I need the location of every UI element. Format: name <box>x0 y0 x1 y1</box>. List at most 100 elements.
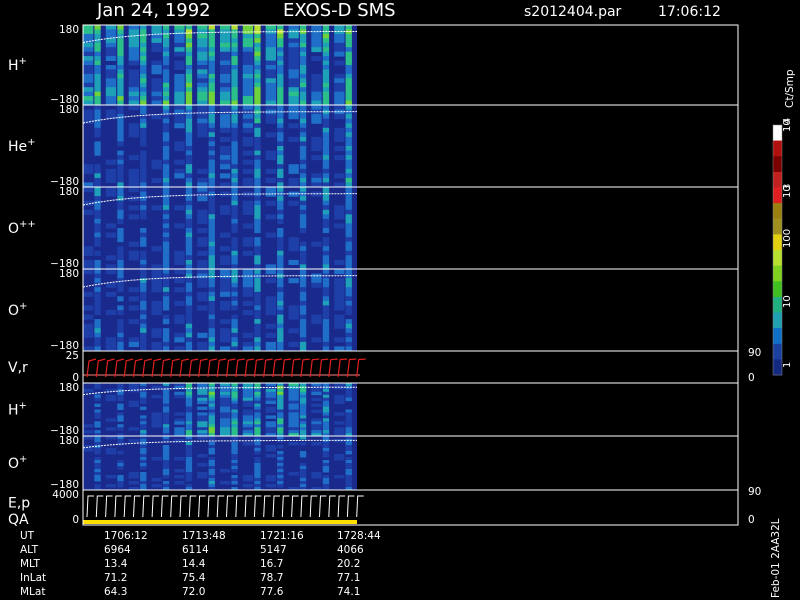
heat-cell <box>231 205 238 211</box>
heat-cell <box>334 400 345 405</box>
heat-cell <box>117 287 124 293</box>
right-axis-max-label: 90 <box>748 347 761 359</box>
heat-cell <box>334 457 345 461</box>
heat-cell <box>322 155 330 161</box>
heat-cell <box>94 223 101 229</box>
heat-cell <box>162 127 170 133</box>
heat-cell <box>345 305 352 311</box>
heat-cell <box>162 463 170 467</box>
heat-cell <box>254 337 261 343</box>
heat-cell <box>94 475 101 479</box>
heat-cell <box>299 287 307 293</box>
heat-cell <box>265 296 276 302</box>
heat-cell <box>277 436 284 440</box>
heat-cell <box>94 448 101 452</box>
heat-cell <box>277 209 284 215</box>
heat-cell <box>128 177 139 183</box>
heat-cell <box>322 47 330 53</box>
heat-cell <box>345 146 352 152</box>
heat-cell <box>83 78 94 84</box>
heat-cell <box>345 259 352 265</box>
heat-cell <box>345 397 352 402</box>
heat-cell <box>345 168 352 174</box>
heat-cell <box>345 38 352 44</box>
heat-cell <box>345 123 352 129</box>
heat-cell <box>322 332 330 338</box>
heat-cell <box>277 87 284 93</box>
heat-cell <box>242 418 254 422</box>
heat-cell <box>345 424 352 428</box>
heat-cell <box>345 430 352 434</box>
heat-cell <box>231 319 238 325</box>
heat-cell <box>185 273 193 279</box>
heat-cell <box>288 412 299 416</box>
heat-cell <box>345 388 352 393</box>
heat-cell <box>185 255 193 261</box>
heat-cell <box>105 436 117 440</box>
heat-cell <box>94 42 101 48</box>
heat-cell <box>231 430 238 434</box>
heat-cell <box>265 38 276 44</box>
heat-cell <box>277 123 284 129</box>
heat-cell <box>140 91 147 97</box>
heat-cell <box>345 141 352 147</box>
heat-cell <box>311 82 322 88</box>
heat-cell <box>345 337 352 343</box>
heat-cell <box>140 430 147 434</box>
heat-cell <box>83 436 94 440</box>
heat-cell <box>345 478 352 482</box>
heat-cell <box>277 118 284 124</box>
heat-cell <box>231 47 238 53</box>
heat-cell <box>140 132 147 138</box>
heat-cell <box>94 430 101 434</box>
orbit-cell: 71.2 <box>104 572 128 584</box>
heat-cell <box>254 388 261 393</box>
heat-cell <box>185 33 193 39</box>
heat-cell <box>162 177 170 183</box>
heat-cell <box>299 436 307 440</box>
heat-cell <box>128 87 139 93</box>
heat-cell <box>334 42 345 48</box>
heat-cell <box>197 237 208 243</box>
heat-cell <box>128 91 139 97</box>
heat-cell <box>117 385 124 390</box>
heat-cell <box>162 196 170 202</box>
heat-cell <box>277 341 284 347</box>
heat-cell <box>94 472 101 476</box>
heat-cell <box>277 466 284 470</box>
heat-cell <box>220 33 231 39</box>
heat-cell <box>334 114 345 120</box>
heat-cell <box>162 466 170 470</box>
heat-cell <box>299 424 307 428</box>
heat-cell <box>197 391 208 396</box>
heat-cell <box>299 141 307 147</box>
heat-cell <box>185 415 193 419</box>
heat-cell <box>117 478 124 482</box>
heat-cell <box>322 391 330 396</box>
heat-cell <box>197 273 208 279</box>
heat-cell <box>128 481 139 485</box>
colorbar: 104103100101 <box>772 118 793 376</box>
heat-cell <box>288 78 299 84</box>
heat-cell <box>220 300 231 306</box>
heat-cell <box>299 91 307 97</box>
heat-cell <box>334 205 345 211</box>
heat-cell <box>322 223 330 229</box>
heat-cell <box>345 105 352 111</box>
heat-cell <box>151 246 162 252</box>
heat-cell <box>254 451 261 455</box>
heat-cell <box>254 223 261 229</box>
heat-cell <box>185 96 193 101</box>
orbit-cell: 72.0 <box>182 586 206 598</box>
heat-cell <box>117 463 124 467</box>
heat-cell <box>94 319 101 325</box>
heat-cell <box>128 400 139 405</box>
heat-cell <box>254 466 261 470</box>
heat-cell <box>105 91 117 97</box>
heat-cell <box>334 394 345 399</box>
orbit-cell: 1706:12 <box>104 530 148 542</box>
heat-cell <box>288 418 299 422</box>
heat-cell <box>117 91 124 97</box>
heat-cell <box>208 250 215 256</box>
heat-cell <box>105 310 117 316</box>
